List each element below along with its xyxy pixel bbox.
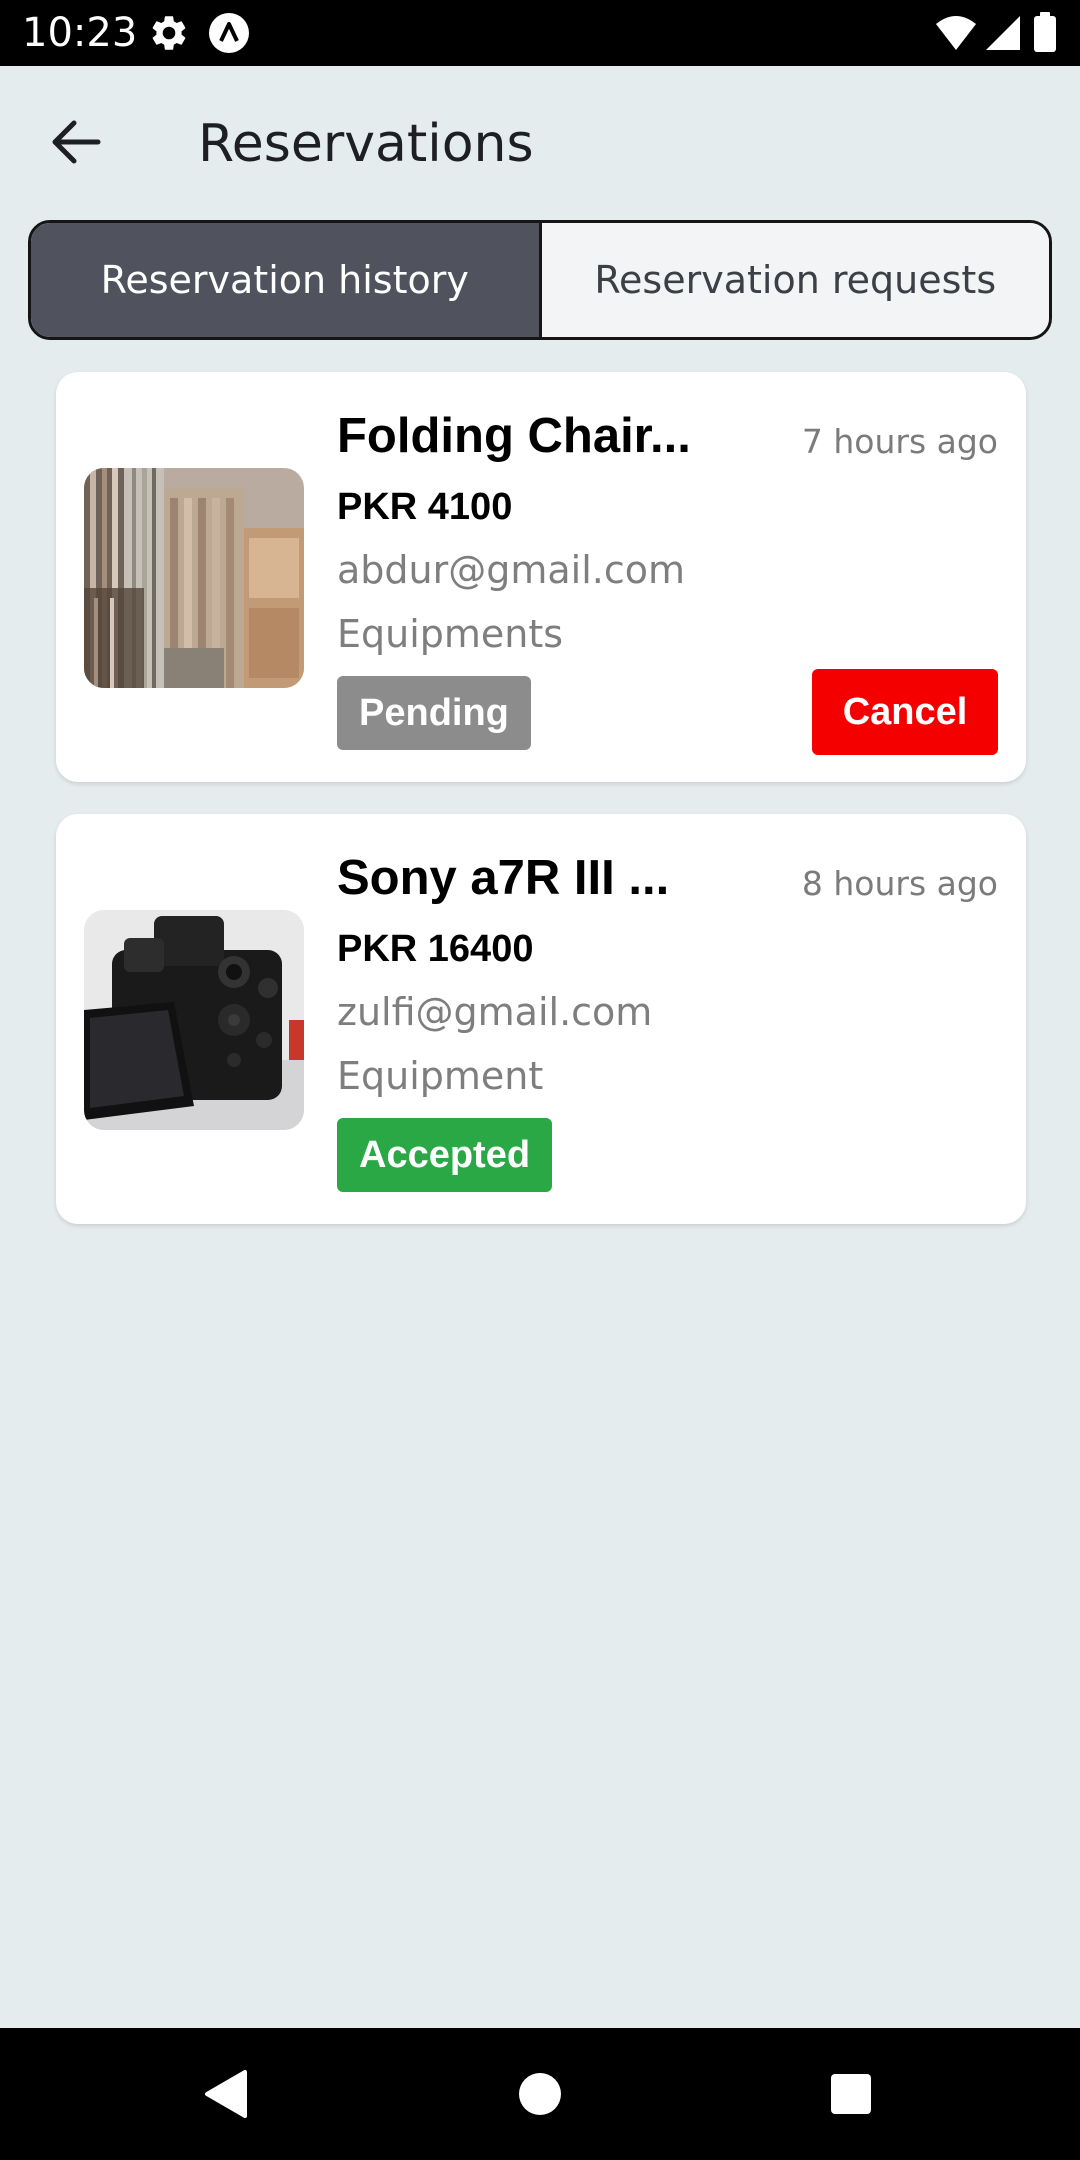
cancel-button[interactable]: Cancel	[812, 669, 998, 755]
signal-icon	[982, 12, 1024, 54]
item-email: zulfi@gmail.com	[337, 990, 653, 1034]
reservation-card[interactable]: Folding Chair... 7 hours ago PKR 4100 ab…	[56, 372, 1026, 782]
gear-icon	[148, 12, 190, 54]
status-badge: Accepted	[337, 1118, 553, 1192]
battery-icon	[1032, 12, 1058, 54]
status-badge: Pending	[337, 676, 531, 750]
back-button[interactable]	[40, 112, 112, 172]
item-price: PKR 16400	[337, 928, 534, 970]
item-time: 8 hours ago	[801, 864, 998, 903]
nav-recents-button[interactable]	[815, 2058, 887, 2130]
status-bar: 10:23	[0, 0, 1080, 66]
item-time: 7 hours ago	[801, 422, 998, 461]
camera-photo	[84, 910, 304, 1130]
page-title: Reservations	[198, 114, 534, 174]
home-circle-icon	[519, 2073, 561, 2115]
tab-reservation-history[interactable]: Reservation history	[31, 223, 539, 337]
system-nav-bar	[0, 2028, 1080, 2160]
item-category: Equipment	[337, 1054, 544, 1098]
reservation-card[interactable]: Sony a7R III ... 8 hours ago PKR 16400 z…	[56, 814, 1026, 1224]
status-time: 10:23	[22, 10, 138, 56]
app-bar: Reservations	[0, 66, 1080, 216]
arrow-left-icon	[52, 120, 101, 164]
a-logo-icon	[208, 12, 250, 54]
back-triangle-icon	[205, 2070, 247, 2118]
item-email: abdur@gmail.com	[337, 548, 686, 592]
reservation-tabs: Reservation history Reservation requests	[28, 220, 1052, 340]
item-title: Folding Chair...	[337, 409, 691, 463]
item-title: Sony a7R III ...	[337, 851, 670, 905]
recents-square-icon	[831, 2074, 871, 2114]
tab-reservation-requests[interactable]: Reservation requests	[538, 223, 1049, 337]
nav-home-button[interactable]	[504, 2058, 576, 2130]
wifi-icon	[934, 12, 976, 54]
item-price: PKR 4100	[337, 486, 513, 528]
nav-back-button[interactable]	[190, 2058, 262, 2130]
item-category: Equipments	[337, 612, 564, 656]
folding-chairs-photo	[84, 468, 304, 688]
